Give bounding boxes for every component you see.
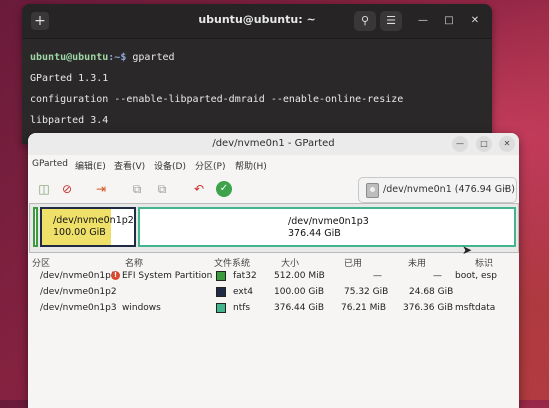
gparted-window: /dev/nvme0n1 - GParted — □ ✕ GParted 编辑(… xyxy=(28,133,519,408)
partition-block-size: 376.44 GiB xyxy=(288,228,341,239)
partition-block-efi[interactable] xyxy=(33,207,38,247)
menu-gparted[interactable]: GParted xyxy=(32,159,68,169)
column-used[interactable]: 已用 xyxy=(344,256,362,269)
filesystem-color-swatch xyxy=(216,303,226,313)
search-icon: ⚲ xyxy=(360,14,370,27)
cell-used: 76.21 MiB xyxy=(341,303,387,313)
minimize-icon: — xyxy=(456,139,464,148)
new-partition-icon: ◫ xyxy=(38,182,50,196)
partition-block-name: /dev/nvme0n1p2 xyxy=(53,215,134,226)
partition-block-name: /dev/nvme0n1p3 xyxy=(288,216,369,227)
cell-name: windows xyxy=(122,303,161,313)
minimize-icon: — xyxy=(418,15,428,26)
gparted-header: /dev/nvme0n1 - GParted — □ ✕ xyxy=(28,133,519,155)
cell-size: 512.00 MiB xyxy=(274,271,325,281)
warning-icon: ! xyxy=(111,271,120,280)
menu-button[interactable]: ☰ xyxy=(380,11,402,31)
close-icon: ✕ xyxy=(470,15,480,26)
undo-button[interactable]: ↶ xyxy=(191,181,207,197)
partition-block-size: 100.00 GiB xyxy=(53,227,106,238)
device-selector[interactable]: /dev/nvme0n1 (476.94 GiB) ⌄ xyxy=(358,177,517,203)
disk-icon xyxy=(366,183,379,198)
device-label: /dev/nvme0n1 (476.94 GiB) xyxy=(383,184,515,195)
menu-help[interactable]: 帮助(H) xyxy=(235,159,267,172)
delete-partition-button[interactable]: ⊘ xyxy=(59,181,75,197)
prompt-line: ubuntu@ubuntu:~$ gparted xyxy=(30,47,484,68)
cell-partition: /dev/nvme0n1p3 xyxy=(40,303,117,313)
prompt-user: ubuntu@ubuntu xyxy=(30,52,109,63)
column-name[interactable]: 名称 xyxy=(125,256,143,269)
partition-block-p2[interactable]: /dev/nvme0n1p2 100.00 GiB xyxy=(40,207,136,247)
column-unused[interactable]: 未用 xyxy=(408,256,426,269)
column-flags[interactable]: 标识 xyxy=(475,256,493,269)
filesystem-color-swatch xyxy=(216,287,226,297)
command-text: gparted xyxy=(132,52,175,63)
cell-used: — xyxy=(373,271,382,281)
filesystem-color-swatch xyxy=(216,271,226,281)
paste-button[interactable]: ⧉ xyxy=(154,181,170,197)
cell-flags: boot, esp xyxy=(455,271,497,281)
table-row[interactable]: /dev/nvme0n1p3 windows ntfs 376.44 GiB 7… xyxy=(28,301,519,317)
paste-icon: ⧉ xyxy=(157,182,167,196)
cell-unused: 24.68 GiB xyxy=(409,287,454,297)
minimize-button[interactable]: — xyxy=(414,12,432,30)
maximize-icon: □ xyxy=(480,139,488,148)
resize-arrow-icon: ⇥ xyxy=(95,182,107,196)
output-line: libparted 3.4 xyxy=(30,115,109,126)
partition-table-header: 分区 名称 文件系统 大小 已用 未用 标识 xyxy=(28,254,519,269)
delete-icon: ⊘ xyxy=(61,182,73,196)
partition-block-label: /dev/nvme0n1p3 376.44 GiB xyxy=(288,216,369,240)
cell-flags: msftdata xyxy=(455,303,496,313)
undo-icon: ↶ xyxy=(193,182,205,196)
search-button[interactable]: ⚲ xyxy=(354,11,376,31)
menu-partition[interactable]: 分区(P) xyxy=(195,159,225,172)
column-filesystem[interactable]: 文件系统 xyxy=(214,256,250,269)
cell-size: 100.00 GiB xyxy=(274,287,325,297)
cell-name: EFI System Partition xyxy=(122,271,213,281)
maximize-button[interactable]: □ xyxy=(440,12,458,30)
prompt-path: :~$ xyxy=(108,52,127,63)
column-size[interactable]: 大小 xyxy=(281,256,299,269)
column-partition[interactable]: 分区 xyxy=(32,256,50,269)
gparted-close-button[interactable]: ✕ xyxy=(499,136,515,152)
menu-edit[interactable]: 编辑(E) xyxy=(75,159,106,172)
partition-map: /dev/nvme0n1p2 100.00 GiB /dev/nvme0n1p3… xyxy=(29,203,519,253)
resize-move-button[interactable]: ⇥ xyxy=(93,181,109,197)
cell-filesystem: ntfs xyxy=(233,303,251,313)
table-row[interactable]: /dev/nvme0n1p2 ext4 100.00 GiB 75.32 GiB… xyxy=(28,285,519,301)
chevron-down-icon: ⌄ xyxy=(502,183,510,193)
maximize-icon: □ xyxy=(444,15,454,26)
close-icon: ✕ xyxy=(503,139,511,148)
toolbar: ◫ ⊘ ⇥ ⧉ ⧉ ↶ ✓ /dev/nvme0n1 (476.94 GiB) … xyxy=(28,173,519,203)
cell-unused: — xyxy=(433,271,442,281)
cell-partition: /dev/nvme0n1p2 xyxy=(40,287,117,297)
cell-filesystem: ext4 xyxy=(233,287,253,297)
cell-filesystem: fat32 xyxy=(233,271,257,281)
gparted-maximize-button[interactable]: □ xyxy=(476,136,492,152)
copy-icon: ⧉ xyxy=(132,182,142,196)
gparted-minimize-button[interactable]: — xyxy=(452,136,468,152)
menu-device[interactable]: 设备(D) xyxy=(154,159,186,172)
output-line: GParted 1.3.1 xyxy=(30,73,109,84)
new-partition-button[interactable]: ◫ xyxy=(36,181,52,197)
copy-button[interactable]: ⧉ xyxy=(129,181,145,197)
partition-block-p3[interactable]: /dev/nvme0n1p3 376.44 GiB xyxy=(138,207,516,247)
terminal-output[interactable]: ubuntu@ubuntu:~$ gparted GParted 1.3.1 c… xyxy=(22,39,492,144)
cell-unused: 376.36 GiB xyxy=(403,303,454,313)
terminal-header: + ubuntu@ubuntu: ~ ⚲ ☰ — □ ✕ xyxy=(22,4,492,39)
menu-view[interactable]: 查看(V) xyxy=(114,159,145,172)
apply-button[interactable]: ✓ xyxy=(216,181,232,197)
cell-size: 376.44 GiB xyxy=(274,303,325,313)
output-line: configuration --enable-libparted-dmraid … xyxy=(30,94,404,105)
cell-used: 75.32 GiB xyxy=(344,287,389,297)
gparted-title: /dev/nvme0n1 - GParted xyxy=(212,138,335,149)
hamburger-icon: ☰ xyxy=(386,14,396,27)
table-row[interactable]: /dev/nvme0n1p1 ! EFI System Partition fa… xyxy=(28,269,519,285)
checkmark-icon: ✓ xyxy=(219,183,229,194)
menubar: GParted 编辑(E) 查看(V) 设备(D) 分区(P) 帮助(H) xyxy=(28,155,519,173)
close-button[interactable]: ✕ xyxy=(466,12,484,30)
cell-partition: /dev/nvme0n1p1 xyxy=(40,271,117,281)
partition-block-label: /dev/nvme0n1p2 100.00 GiB xyxy=(53,215,134,239)
terminal-window: + ubuntu@ubuntu: ~ ⚲ ☰ — □ ✕ ubuntu@ubun… xyxy=(22,4,492,144)
